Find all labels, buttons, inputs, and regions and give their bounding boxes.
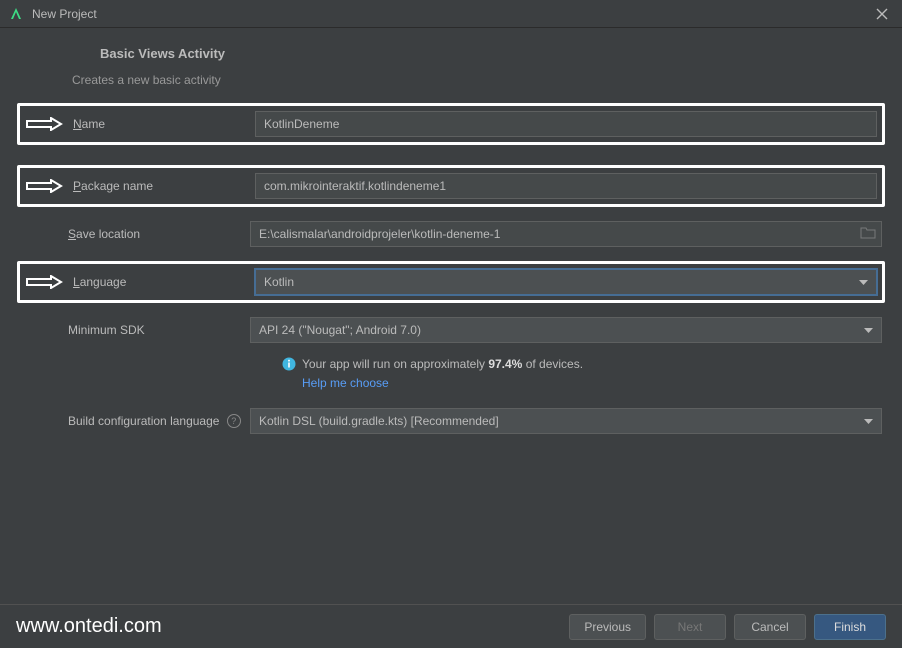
chevron-down-icon xyxy=(864,323,873,337)
name-input[interactable] xyxy=(255,111,877,137)
android-studio-icon xyxy=(8,6,24,22)
build-config-select[interactable]: Kotlin DSL (build.gradle.kts) [Recommend… xyxy=(250,408,882,434)
section-title: Basic Views Activity xyxy=(100,46,882,61)
device-coverage-info: Your app will run on approximately 97.4%… xyxy=(282,357,882,374)
package-label: Package name xyxy=(73,179,255,193)
footer-buttons: Previous Next Cancel Finish xyxy=(569,614,886,640)
minimum-sdk-row: Minimum SDK API 24 ("Nougat"; Android 7.… xyxy=(20,317,882,343)
build-config-label: Build configuration language ? xyxy=(68,414,250,429)
minimum-sdk-label: Minimum SDK xyxy=(68,323,250,337)
name-row: Name xyxy=(17,103,885,145)
window-title: New Project xyxy=(32,7,97,21)
folder-icon[interactable] xyxy=(860,226,876,242)
next-button: Next xyxy=(654,614,726,640)
chevron-down-icon xyxy=(859,275,868,289)
build-config-row: Build configuration language ? Kotlin DS… xyxy=(20,408,882,434)
package-input[interactable] xyxy=(255,173,877,199)
help-me-choose-link[interactable]: Help me choose xyxy=(302,376,389,390)
save-location-row: Save location xyxy=(20,221,882,247)
minimum-sdk-select[interactable]: API 24 ("Nougat"; Android 7.0) xyxy=(250,317,882,343)
name-label: Name xyxy=(73,117,255,131)
help-icon[interactable]: ? xyxy=(227,414,241,428)
titlebar: New Project xyxy=(0,0,902,28)
footer: www.ontedi.com Previous Next Cancel Fini… xyxy=(0,604,902,648)
arrow-icon xyxy=(25,179,63,193)
language-select[interactable]: Kotlin xyxy=(255,269,877,295)
previous-button[interactable]: Previous xyxy=(569,614,646,640)
cancel-button[interactable]: Cancel xyxy=(734,614,806,640)
close-button[interactable] xyxy=(870,2,894,26)
arrow-icon xyxy=(25,117,63,131)
info-icon xyxy=(282,357,296,374)
dialog-content: Basic Views Activity Creates a new basic… xyxy=(0,28,902,434)
save-location-label: Save location xyxy=(68,227,250,241)
finish-button[interactable]: Finish xyxy=(814,614,886,640)
section-subtitle: Creates a new basic activity xyxy=(72,73,882,87)
package-row: Package name xyxy=(17,165,885,207)
save-location-input[interactable] xyxy=(250,221,882,247)
language-label: Language xyxy=(73,275,255,289)
chevron-down-icon xyxy=(864,414,873,428)
language-row: Language Kotlin xyxy=(17,261,885,303)
watermark: www.ontedi.com xyxy=(16,615,162,638)
arrow-icon xyxy=(25,275,63,289)
